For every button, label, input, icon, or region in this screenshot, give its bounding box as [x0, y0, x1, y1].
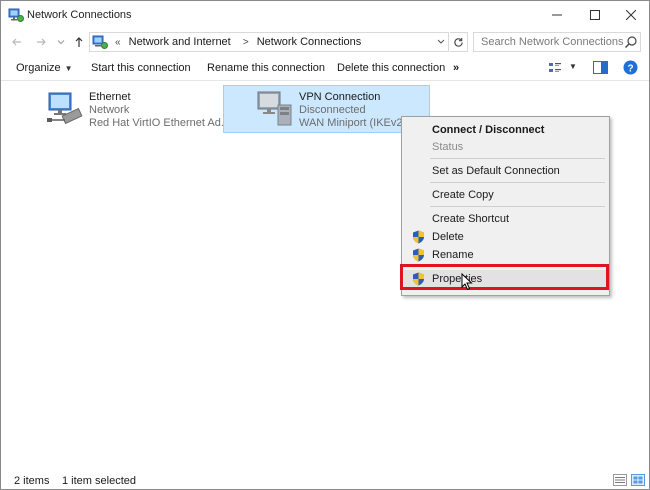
network-connections-icon — [92, 35, 108, 49]
close-button[interactable] — [611, 1, 649, 29]
connection-state: Network — [89, 104, 130, 116]
selected-count: 1 item selected — [62, 475, 136, 487]
close-icon — [626, 10, 636, 20]
status-bar: 2 items 1 item selected — [1, 470, 649, 489]
back-arrow-icon — [12, 38, 21, 46]
menu-item-status: Status — [404, 138, 607, 156]
chevron-down-icon[interactable] — [436, 35, 446, 49]
connection-item-vpn[interactable]: VPN Connection Disconnected WAN Miniport… — [223, 85, 430, 133]
search-placeholder: Search Network Connections — [481, 36, 624, 48]
minimize-icon — [552, 14, 562, 16]
organize-button[interactable]: Organize ▼ — [16, 62, 73, 74]
vpn-connection-icon — [257, 91, 292, 126]
highlight-annotation-box — [400, 264, 609, 290]
breadcrumb-network-connections[interactable]: Network Connections — [257, 36, 362, 48]
breadcrumb: « Network and Internet > Network Connect… — [110, 36, 365, 48]
network-connections-icon — [8, 8, 24, 22]
chevron-down-icon — [57, 40, 65, 45]
address-row: « Network and Internet > Network Connect… — [1, 30, 649, 54]
change-view-icon[interactable] — [548, 61, 562, 75]
large-icons-view-icon[interactable] — [631, 474, 645, 486]
menu-item-delete[interactable]: Delete — [404, 228, 607, 246]
ethernet-adapter-icon — [47, 92, 83, 125]
menu-item-connect-disconnect[interactable]: Connect / Disconnect — [404, 121, 607, 139]
forward-arrow-icon — [37, 38, 46, 46]
start-connection-button[interactable]: Start this connection — [91, 62, 191, 74]
network-connections-window: Network Connections « Network and Intern… — [0, 0, 650, 490]
menu-item-label: Delete — [432, 231, 464, 243]
window-title: Network Connections — [27, 9, 132, 21]
uac-shield-icon — [413, 230, 424, 244]
menu-separator — [430, 158, 605, 159]
item-count: 2 items — [14, 475, 50, 487]
connection-item-ethernet[interactable]: Ethernet Network Red Hat VirtIO Ethernet… — [45, 88, 230, 138]
menu-item-label: Create Shortcut — [432, 213, 510, 225]
refresh-icon — [454, 37, 463, 47]
command-bar: Organize ▼ Start this connection Rename t… — [1, 57, 649, 81]
connection-state: Disconnected — [299, 104, 366, 116]
menu-item-label: Rename — [432, 249, 474, 261]
menu-separator — [430, 182, 605, 183]
connection-device: WAN Miniport (IKEv2) — [299, 117, 407, 129]
chevron-down-icon: ▼ — [64, 64, 73, 73]
menu-item-label: Create Copy — [432, 189, 494, 201]
help-glyph: ? — [627, 64, 633, 75]
menu-item-set-default[interactable]: Set as Default Connection — [404, 162, 607, 180]
refresh-button[interactable] — [450, 32, 468, 52]
recent-locations-button[interactable] — [53, 34, 69, 50]
preview-pane-icon[interactable] — [593, 61, 608, 74]
delete-connection-button[interactable]: Delete this connection — [337, 62, 445, 74]
title-bar: Network Connections — [1, 1, 649, 29]
connection-name: Ethernet — [89, 91, 131, 103]
chevron-down-icon[interactable]: ▼ — [569, 62, 577, 71]
details-view-icon[interactable] — [613, 474, 627, 486]
menu-item-create-shortcut[interactable]: Create Shortcut — [404, 210, 607, 228]
up-arrow-icon — [75, 37, 83, 47]
search-box[interactable]: Search Network Connections — [473, 32, 641, 52]
recent-glyph: « — [115, 37, 121, 48]
minimize-button[interactable] — [537, 1, 577, 29]
chevron-right-icon: > — [242, 37, 249, 48]
menu-separator — [430, 206, 605, 207]
back-button[interactable] — [9, 34, 25, 50]
uac-shield-icon — [413, 248, 424, 262]
menu-item-rename[interactable]: Rename — [404, 246, 607, 264]
rename-connection-button[interactable]: Rename this connection — [207, 62, 325, 74]
menu-item-create-copy[interactable]: Create Copy — [404, 186, 607, 204]
mouse-pointer-icon — [461, 273, 473, 291]
menu-item-label: Status — [432, 141, 464, 153]
menu-item-label: Set as Default Connection — [432, 165, 560, 177]
help-icon[interactable]: ? — [623, 60, 638, 75]
more-commands-button[interactable]: » — [453, 62, 459, 74]
up-button[interactable] — [71, 34, 87, 50]
menu-item-label: Connect / Disconnect — [432, 124, 545, 136]
forward-button[interactable] — [33, 34, 49, 50]
address-bar[interactable]: « Network and Internet > Network Connect… — [89, 32, 449, 52]
maximize-button[interactable] — [575, 1, 615, 29]
breadcrumb-network-and-internet[interactable]: Network and Internet — [129, 36, 231, 48]
maximize-icon — [590, 10, 600, 20]
connection-name: VPN Connection — [299, 91, 381, 103]
connection-device: Red Hat VirtIO Ethernet Ad... — [89, 117, 231, 129]
organize-label: Organize — [16, 62, 61, 74]
search-icon — [625, 36, 637, 48]
